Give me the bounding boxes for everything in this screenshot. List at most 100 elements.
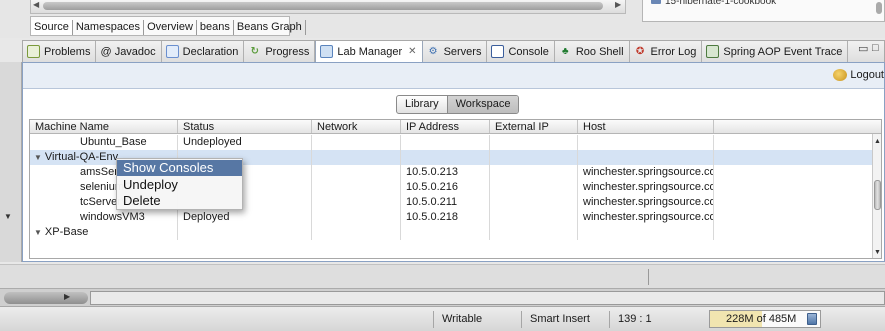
view-tab-bar: Problems @ Javadoc Declaration ↻ Progress… [22,40,885,62]
machine-ip: 10.5.0.213 [401,165,490,180]
garbage-collect-icon[interactable] [807,313,817,325]
logout-button[interactable]: Logout [833,69,884,81]
machine-ip [401,150,490,165]
machine-ip: 10.5.0.216 [401,180,490,195]
column-status[interactable]: Status [178,120,312,133]
machine-ip: 10.5.0.218 [401,210,490,225]
console-icon [491,45,505,58]
editor-horizontal-scrollbar[interactable]: ◀ ▶ [30,0,626,14]
panel-header: Logout [23,63,884,89]
expanded-triangle-icon[interactable]: ▼ [34,225,42,240]
column-machine-name[interactable]: Machine Name [30,120,178,133]
tab-label: Console [508,45,549,58]
scroll-right-arrow-icon[interactable]: ▶ [64,292,70,301]
scroll-down-arrow-icon[interactable]: ▼ [4,212,12,221]
tab-error-log[interactable]: ✪ Error Log [630,41,703,62]
machine-network [312,150,401,165]
bottom-scroll-area: ▶ [0,288,885,306]
minimize-icon[interactable]: ▭ [858,42,868,55]
machine-external-ip [490,180,578,195]
editor-tab-beans-graph[interactable]: Beans Graph [234,20,306,35]
editor-tab-namespaces[interactable]: Namespaces [73,20,145,35]
scrollbar-thumb[interactable] [43,2,603,10]
machine-network [312,225,401,240]
editor-area-strip: ◀ ▶ Source Namespaces Overview beans Bea… [0,0,885,38]
scroll-right-arrow-icon[interactable]: ▶ [615,0,621,9]
library-workspace-switcher: Library Workspace [396,95,520,114]
tab-label: @ Javadoc [100,45,156,58]
expanded-triangle-icon[interactable]: ▼ [34,150,42,165]
tab-javadoc[interactable]: @ Javadoc [96,41,162,62]
tab-spring-aop-event-trace[interactable]: Spring AOP Event Trace [702,41,849,62]
library-toggle[interactable]: Library [397,96,447,113]
scrollbar-thumb[interactable] [874,180,881,210]
table-vertical-scrollbar[interactable]: ▲ ▼ [872,134,881,258]
machine-network [312,165,401,180]
machine-host: winchester.springsource.co [578,180,714,195]
group-label: Virtual-QA-Env [44,151,119,163]
bottom-panel [90,291,885,305]
machine-host: winchester.springsource.co [578,165,714,180]
tab-lab-manager[interactable]: Lab Manager ✕ [315,41,423,62]
close-icon[interactable]: ✕ [408,46,416,57]
column-external-ip[interactable]: External IP [490,120,578,133]
tab-roo-shell[interactable]: ♣ Roo Shell [555,41,630,62]
roo-shell-icon: ♣ [562,46,569,57]
machine-host: winchester.springsource.co [578,210,714,225]
workspace-toggle[interactable]: Workspace [446,96,519,113]
table-header: Machine Name Status Network IP Address E… [30,120,881,134]
tab-declaration[interactable]: Declaration [162,41,245,62]
scroll-up-arrow-icon[interactable]: ▲ [874,138,881,145]
machine-external-ip [490,210,578,225]
logout-label: Logout [850,69,884,81]
machine-status: Deployed [178,210,312,225]
left-panel-edge: ▼ [0,62,22,262]
menu-item-show-consoles[interactable]: Show Consoles [117,160,242,176]
maximize-icon[interactable]: □ [872,42,879,54]
editor-tab-overview[interactable]: Overview [144,20,197,35]
machine-external-ip [490,150,578,165]
outline-scrollbar[interactable] [876,2,882,14]
table-row-group[interactable]: ▼ XP-Base [30,225,874,240]
tab-console[interactable]: Console [487,41,555,62]
table-row[interactable]: windowsVM3 Deployed 10.5.0.218 wincheste… [30,210,874,225]
menu-item-undeploy[interactable]: Undeploy [117,177,242,193]
tab-progress[interactable]: ↻ Progress [244,41,316,62]
machine-name: windowsVM3 [30,210,178,225]
context-menu: Show Consoles Undeploy Delete [116,158,243,210]
machine-ip [401,225,490,240]
machine-network [312,135,401,150]
tab-label: Error Log [650,45,697,58]
horizontal-scrollbar[interactable]: ▶ [4,292,88,304]
machine-network [312,180,401,195]
table-row[interactable]: Ubuntu_Base Undeployed [30,135,874,150]
lab-manager-icon [320,45,334,58]
outline-item[interactable]: 15-hibernate-1-cookbook [651,0,776,7]
tab-label: Lab Manager [337,45,403,58]
menu-item-delete[interactable]: Delete [117,193,242,209]
machine-host: winchester.springsource.co [578,195,714,210]
column-network[interactable]: Network [312,120,401,133]
heap-status[interactable]: 228M of 485M [709,310,821,328]
tab-label: Problems [44,45,91,58]
scroll-left-arrow-icon[interactable]: ◀ [33,0,39,9]
column-host[interactable]: Host [578,120,714,133]
machine-status [178,225,312,240]
servers-icon: ⚙ [428,46,438,57]
logout-icon [833,69,848,81]
machine-external-ip [490,165,578,180]
tab-problems[interactable]: Problems [23,41,97,62]
editor-tab-beans[interactable]: beans [197,20,234,35]
column-ip-address[interactable]: IP Address [401,120,490,133]
machine-host [578,225,714,240]
heap-used: 228M [726,313,754,325]
status-bar: Writable Smart Insert 139 : 1 228M of 48… [0,306,885,331]
tab-label: Declaration [182,45,239,58]
scroll-down-arrow-icon[interactable]: ▼ [874,249,881,256]
tab-servers[interactable]: ⚙ Servers [423,41,488,62]
machine-network [312,210,401,225]
editor-tab-source[interactable]: Source [31,20,73,35]
status-insert-mode: Smart Insert [521,311,609,328]
project-icon [651,0,661,4]
spring-aop-icon [706,45,720,58]
